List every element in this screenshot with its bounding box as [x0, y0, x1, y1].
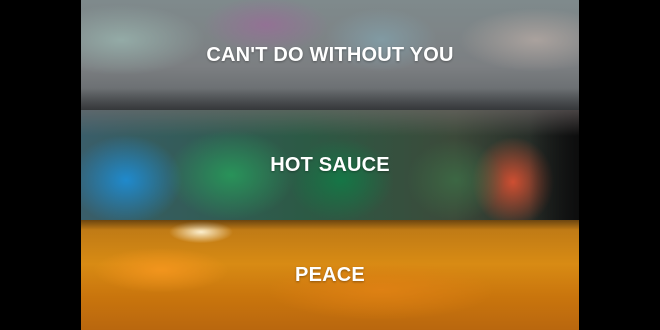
tile-hot-sauce[interactable]: HOT SAUCE	[81, 110, 579, 220]
tile-title: PEACE	[295, 263, 365, 286]
tile-title: HOT SAUCE	[270, 153, 390, 176]
tile-title: CAN'T DO WITHOUT YOU	[206, 43, 454, 66]
tile-cant-do-without-you[interactable]: CAN'T DO WITHOUT YOU	[81, 0, 579, 110]
tile-list: CAN'T DO WITHOUT YOU HOT SAUCE PEACE	[81, 0, 579, 330]
stage: CAN'T DO WITHOUT YOU HOT SAUCE PEACE	[0, 0, 660, 330]
tile-peace[interactable]: PEACE	[81, 220, 579, 330]
